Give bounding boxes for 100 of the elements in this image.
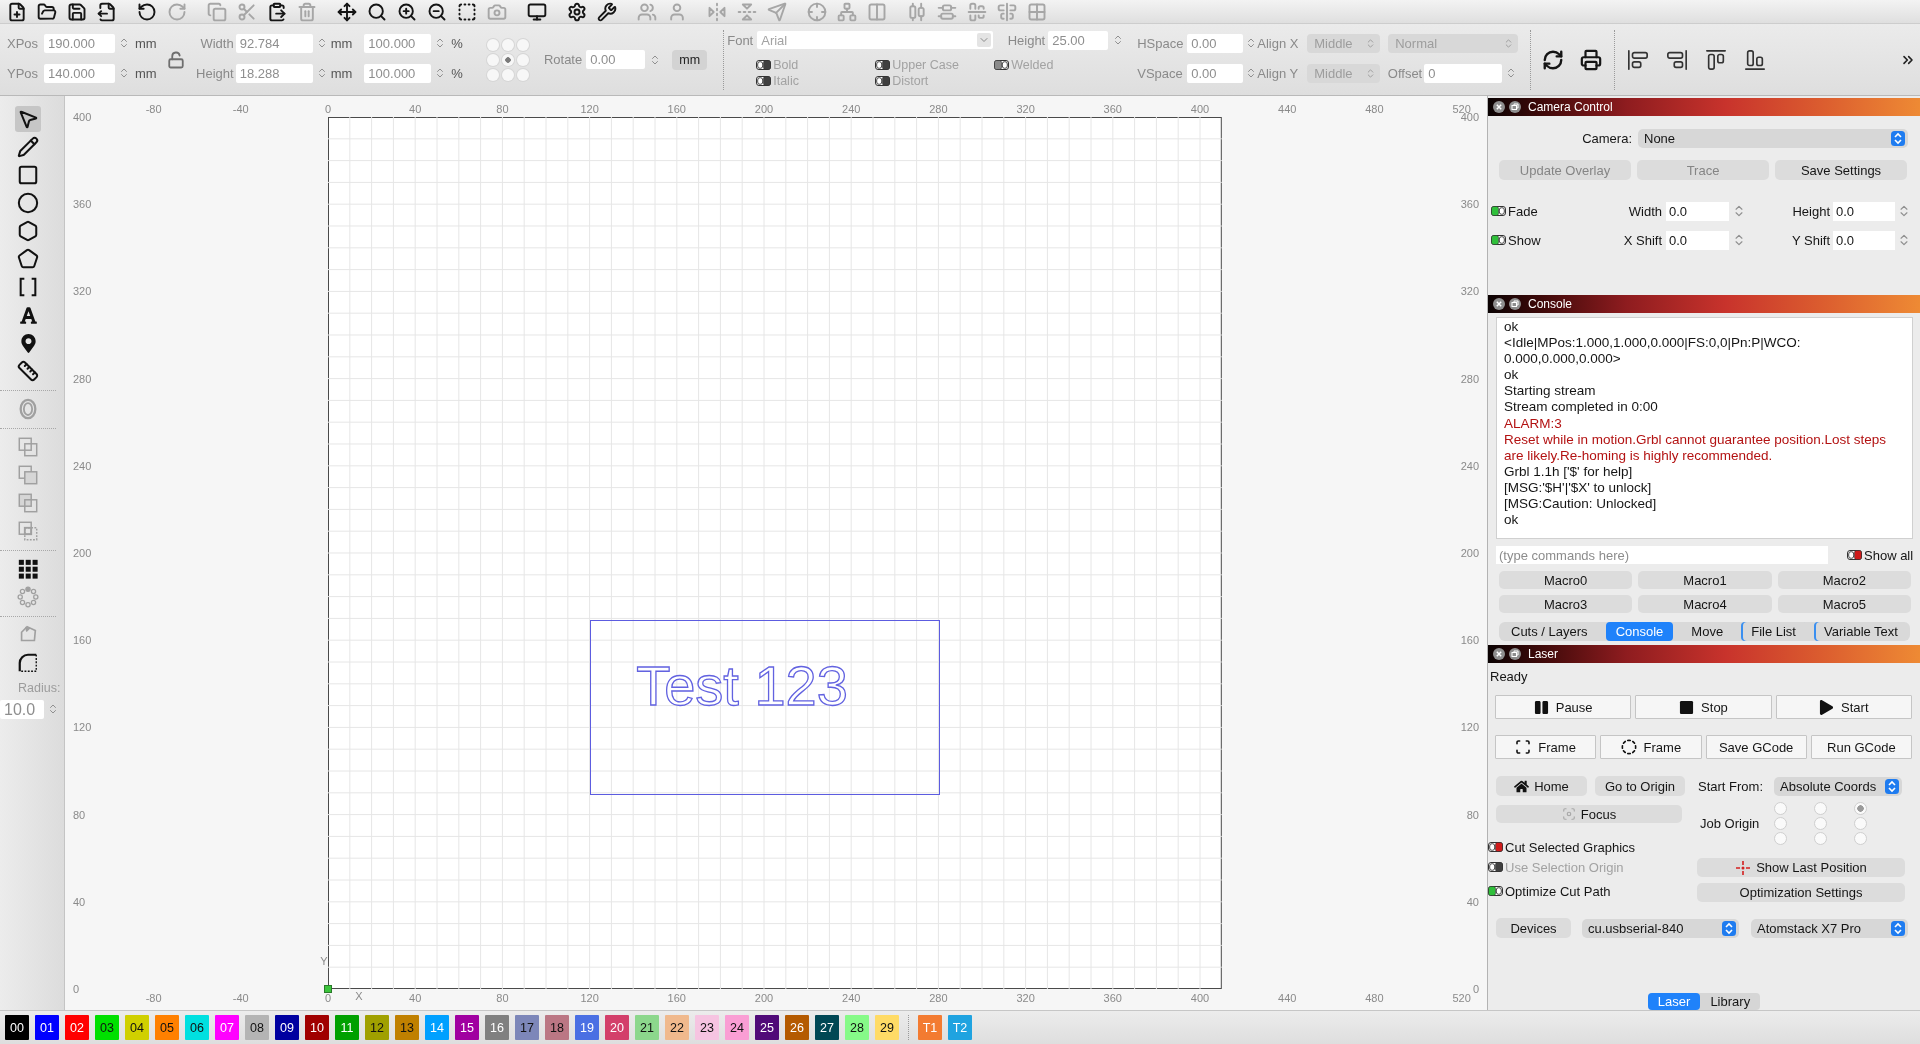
job-origin-radio[interactable] <box>1814 802 1828 815</box>
layer-color-button[interactable]: 00 <box>5 1015 29 1040</box>
job-origin-radio[interactable] <box>1774 832 1788 845</box>
layer-color-button[interactable]: 16 <box>485 1015 509 1040</box>
zoom-in-icon[interactable] <box>397 1 417 22</box>
zoom-out-icon[interactable] <box>427 1 447 22</box>
layer-color-button[interactable]: 18 <box>545 1015 569 1040</box>
reference-point-radio[interactable] <box>501 53 514 66</box>
machine-control-button[interactable]: Start <box>1775 695 1912 719</box>
macro-button[interactable]: Macro4 <box>1638 595 1772 613</box>
layer-color-button[interactable]: 13 <box>395 1015 419 1040</box>
home-button[interactable]: Home <box>1496 776 1587 796</box>
reference-point-radio[interactable] <box>501 38 514 51</box>
devices-button[interactable]: Devices <box>1496 918 1571 938</box>
settings-icon[interactable] <box>567 1 587 22</box>
toggle-checkbox[interactable]: Optimize Cut Path <box>1488 883 1611 899</box>
toggle-switch-icon[interactable] <box>1491 235 1506 245</box>
number-input[interactable]: 0.0 <box>1833 230 1895 250</box>
job-origin-radio[interactable] <box>1774 817 1788 830</box>
job-origin-radio[interactable] <box>1854 802 1868 815</box>
layer-color-button[interactable]: 15 <box>455 1015 479 1040</box>
job-button[interactable]: Frame <box>1600 735 1702 759</box>
float-window-icon[interactable] <box>1509 298 1521 310</box>
layer-color-button[interactable]: 09 <box>275 1015 299 1040</box>
job-button[interactable]: Save GCode <box>1705 735 1807 759</box>
layer-color-button[interactable]: 04 <box>125 1015 149 1040</box>
layer-color-button[interactable]: 19 <box>575 1015 599 1040</box>
float-window-icon[interactable] <box>1509 101 1521 113</box>
layer-color-button[interactable]: 08 <box>245 1015 269 1040</box>
refresh-arrows-icon[interactable] <box>1542 48 1565 71</box>
toggle-switch-icon[interactable] <box>1488 842 1503 852</box>
open-padlock-icon[interactable] <box>166 50 185 69</box>
dock-tab[interactable]: Library <box>1700 993 1761 1010</box>
layer-color-button[interactable]: 23 <box>695 1015 719 1040</box>
dock-tab[interactable]: Laser <box>1647 993 1701 1010</box>
camera-dropdown[interactable]: None <box>1638 128 1908 148</box>
align-left-icon[interactable] <box>1627 48 1650 71</box>
port-dropdown[interactable]: cu.usbserial-840 <box>1582 918 1739 938</box>
layer-color-button[interactable]: 05 <box>155 1015 179 1040</box>
macro-button[interactable]: Macro5 <box>1777 595 1911 613</box>
float-window-icon[interactable] <box>1509 648 1521 660</box>
align-top-icon[interactable] <box>1705 48 1728 71</box>
close-icon[interactable] <box>1493 648 1505 660</box>
job-button[interactable]: Run GCode <box>1810 735 1912 759</box>
machine-control-button[interactable]: Stop <box>1635 695 1772 719</box>
panel-tab[interactable]: Variable Text <box>1814 622 1908 641</box>
align-right-icon[interactable] <box>1666 48 1689 71</box>
layer-color-button[interactable]: 22 <box>665 1015 689 1040</box>
layer-color-button[interactable]: 27 <box>815 1015 839 1040</box>
folder-icon[interactable] <box>37 1 57 22</box>
macro-button[interactable]: Macro1 <box>1638 571 1772 589</box>
clipboard-icon[interactable] <box>267 1 287 22</box>
command-input[interactable]: (type commands here) <box>1496 546 1828 564</box>
spinner-arrows-icon[interactable] <box>47 703 59 715</box>
reference-point-radio[interactable] <box>516 38 529 51</box>
save-icon[interactable] <box>67 1 87 22</box>
spinner-arrows-icon[interactable] <box>118 67 130 79</box>
layer-color-button[interactable]: 20 <box>605 1015 629 1040</box>
counterclockwise-arrow-icon[interactable] <box>137 1 157 22</box>
panel-tab[interactable]: Console <box>1605 622 1674 641</box>
focus-button[interactable]: Focus <box>1496 805 1682 823</box>
wrench-icon[interactable] <box>597 1 617 22</box>
go-to-origin-button[interactable]: Go to Origin <box>1595 776 1685 796</box>
toggle-checkbox[interactable]: Show all <box>1847 547 1914 563</box>
toggle-checkbox[interactable]: Fade <box>1491 203 1538 219</box>
layer-color-button[interactable]: 28 <box>845 1015 869 1040</box>
close-icon[interactable] <box>1493 101 1505 113</box>
panel-tab[interactable]: Cuts / Layers <box>1501 622 1598 641</box>
number-input[interactable]: 0.0 <box>1833 201 1895 221</box>
device-dropdown[interactable]: Atomstack X7 Pro <box>1751 918 1908 938</box>
reference-point-radio[interactable] <box>486 53 499 66</box>
units-button[interactable]: mm <box>672 49 708 70</box>
rectangle-shape[interactable] <box>590 620 940 795</box>
layer-color-button[interactable]: 12 <box>365 1015 389 1040</box>
job-button[interactable]: Frame <box>1495 735 1597 759</box>
machine-control-button[interactable]: Pause <box>1495 695 1632 719</box>
layer-color-button[interactable]: 06 <box>185 1015 209 1040</box>
printer-icon[interactable] <box>1580 48 1603 71</box>
close-icon[interactable] <box>1493 298 1505 310</box>
circle-icon[interactable] <box>15 190 41 216</box>
panel-tab[interactable]: Move <box>1681 622 1734 641</box>
align-bottom-icon[interactable] <box>1744 48 1767 71</box>
layer-color-button[interactable]: 26 <box>785 1015 809 1040</box>
design-text[interactable]: Test 123 <box>636 658 848 714</box>
job-origin-radio[interactable] <box>1854 832 1868 845</box>
reference-point-radio[interactable] <box>486 38 499 51</box>
monitor-icon[interactable] <box>527 1 547 22</box>
layer-color-button[interactable]: 10 <box>305 1015 329 1040</box>
toggle-switch-icon[interactable] <box>1488 886 1503 896</box>
job-origin-radio[interactable] <box>1814 817 1828 830</box>
toggle-switch-icon[interactable] <box>1847 550 1862 560</box>
panel-tab[interactable]: File List <box>1741 622 1806 641</box>
reference-point-radio[interactable] <box>516 68 529 81</box>
job-origin-radio[interactable] <box>1854 817 1868 830</box>
number-input[interactable]: 0.0 <box>1666 201 1729 221</box>
macro-button[interactable]: Macro3 <box>1499 595 1633 613</box>
camera-action-button[interactable]: Save Settings <box>1775 160 1907 180</box>
job-origin-radio[interactable] <box>1774 802 1788 815</box>
layer-color-button[interactable]: 29 <box>875 1015 899 1040</box>
layer-color-button[interactable]: 01 <box>35 1015 59 1040</box>
